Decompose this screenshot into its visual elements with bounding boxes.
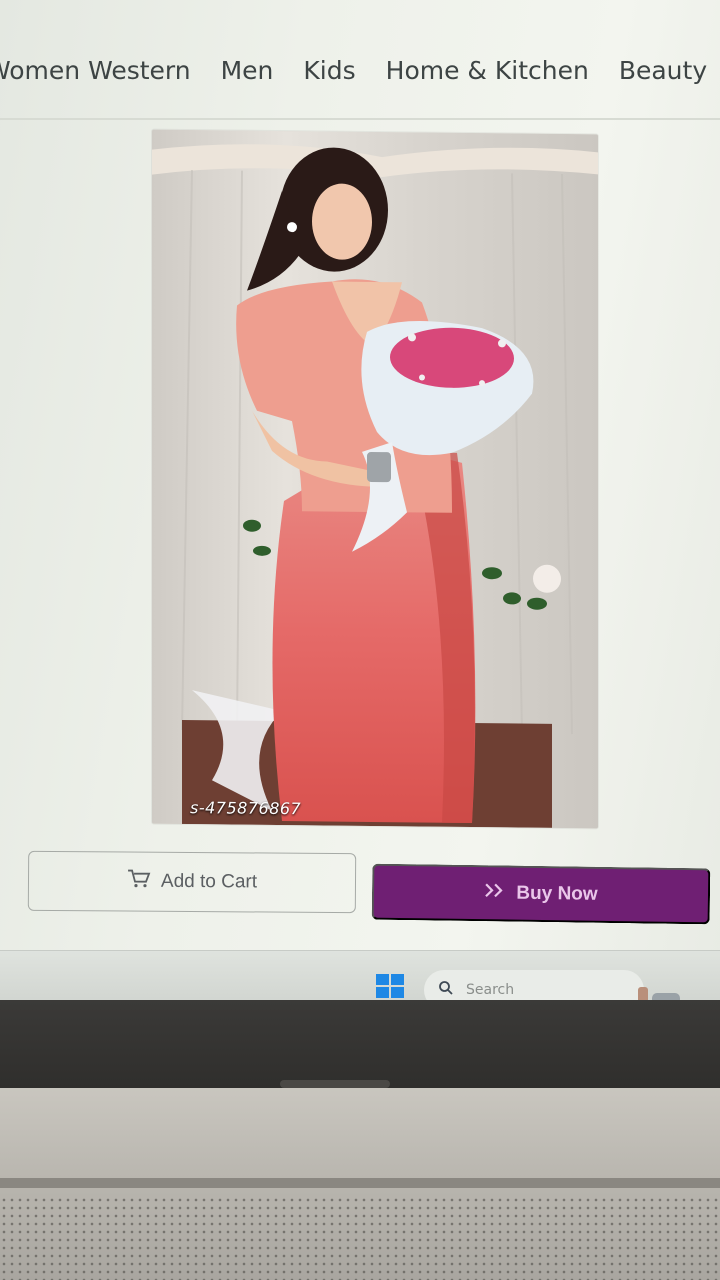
search-icon — [438, 980, 454, 1000]
speaker-grille — [0, 1196, 720, 1280]
product-image[interactable]: s-475876867 — [152, 129, 598, 829]
add-to-cart-button[interactable]: Add to Cart — [27, 850, 357, 914]
saree-product-photo — [152, 129, 598, 829]
taskbar-search[interactable]: Search — [424, 970, 644, 1000]
product-sku: s-475876867 — [190, 798, 302, 819]
monitor-hinge — [280, 1080, 390, 1088]
nav-item-men[interactable]: Men — [221, 56, 274, 85]
double-chevron-right-icon — [484, 882, 506, 904]
monitor-screen: Women Western Men Kids Home & Kitchen Be… — [0, 0, 720, 1000]
nav-item-women-western[interactable]: Women Western — [0, 56, 191, 85]
nav-item-kids[interactable]: Kids — [303, 56, 355, 85]
monitor-bezel — [0, 1000, 720, 1090]
category-nav: Women Western Men Kids Home & Kitchen Be… — [0, 40, 720, 100]
search-placeholder: Search — [466, 982, 515, 998]
nav-item-home-kitchen[interactable]: Home & Kitchen — [386, 56, 589, 85]
nav-item-beauty[interactable]: Beauty — [619, 56, 707, 85]
laptop-base-edge — [0, 1178, 720, 1188]
buy-now-button[interactable]: Buy Now — [371, 863, 711, 925]
nav-divider — [0, 118, 720, 120]
cart-icon — [127, 869, 151, 895]
add-to-cart-label: Add to Cart — [160, 870, 258, 893]
windows-start-icon[interactable] — [376, 974, 404, 998]
buy-now-label: Buy Now — [516, 882, 598, 905]
tray-weather-icon[interactable] — [632, 983, 692, 1000]
